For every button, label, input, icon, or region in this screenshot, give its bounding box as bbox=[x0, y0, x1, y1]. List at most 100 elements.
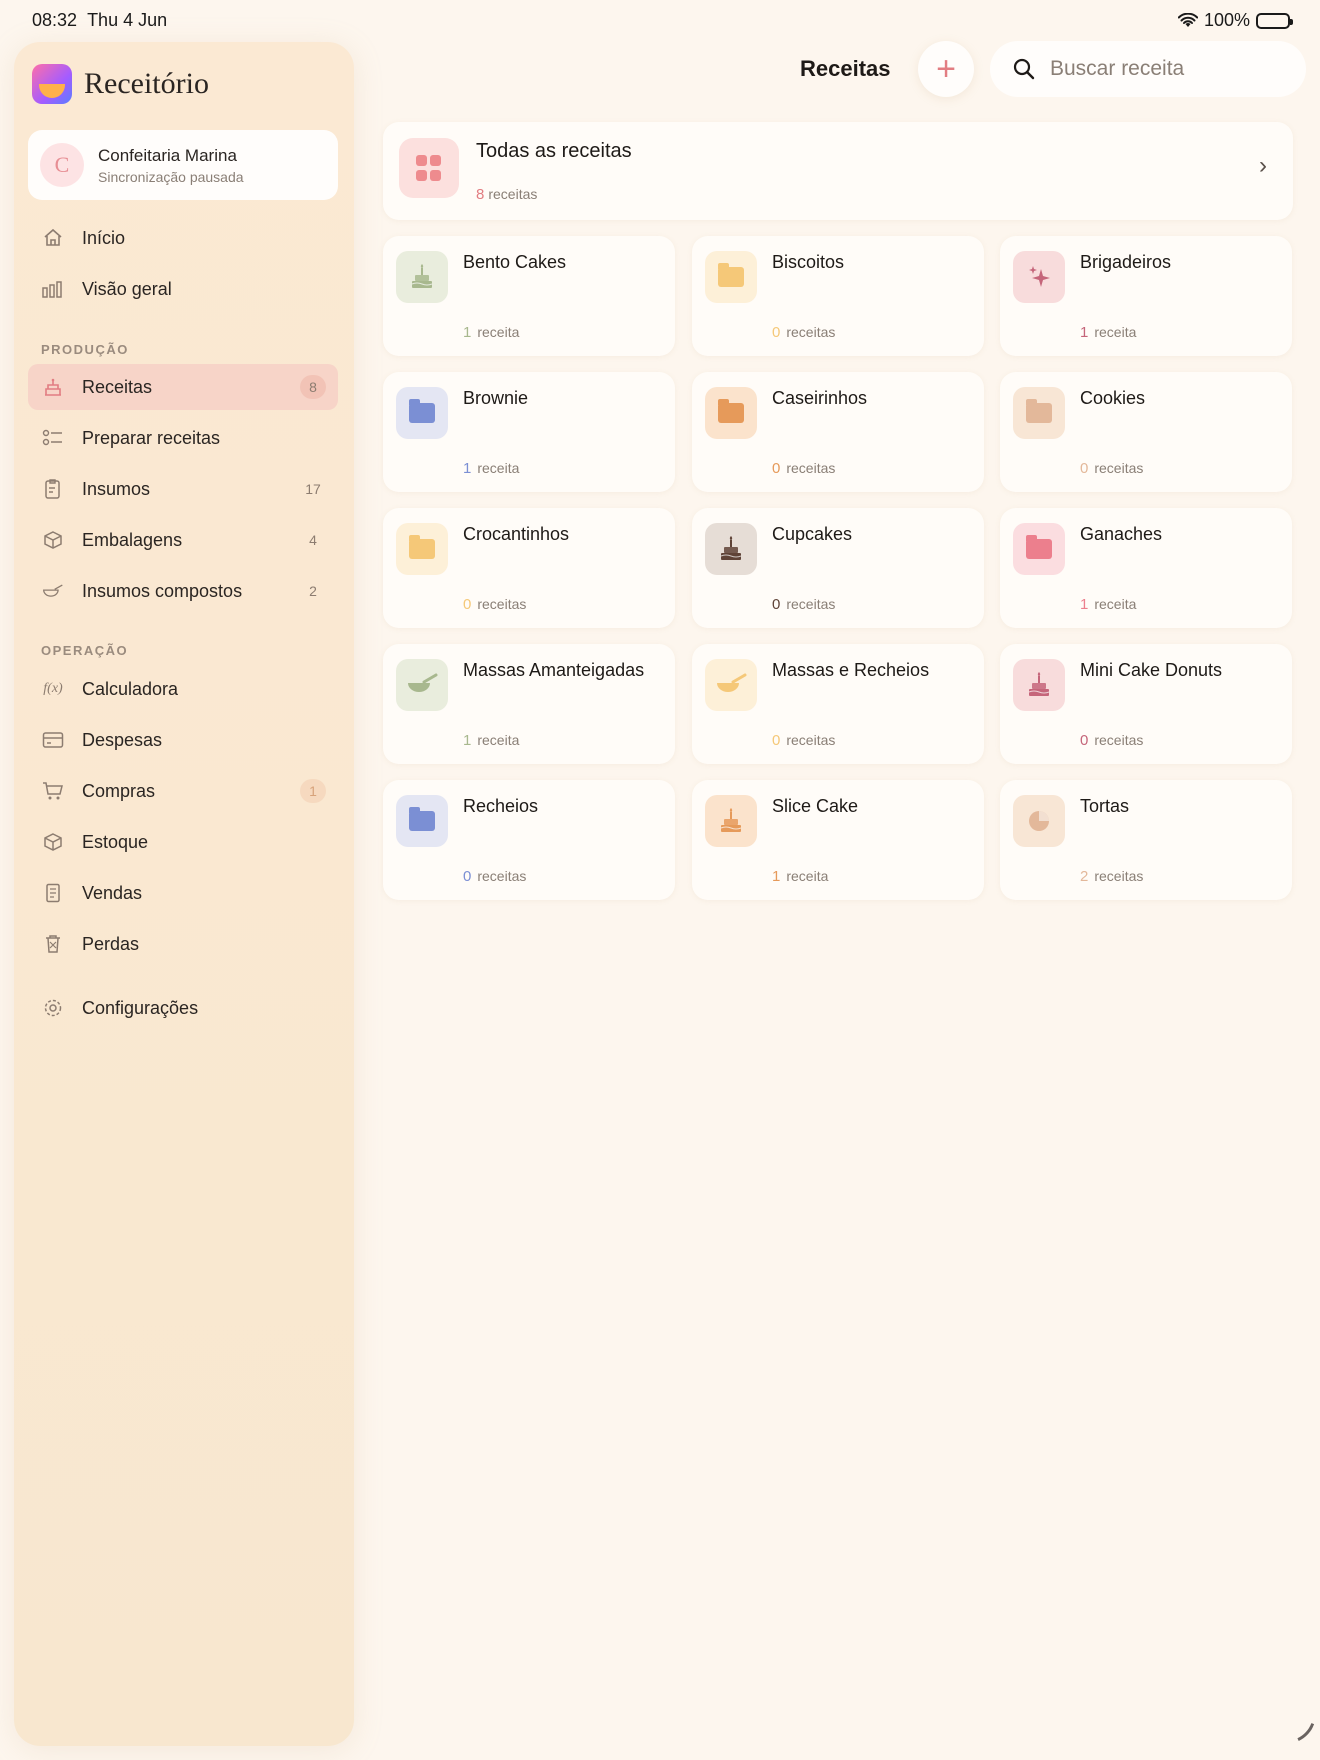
search-icon bbox=[1013, 58, 1035, 80]
sidebar-item-embalagens[interactable]: Embalagens 4 bbox=[28, 517, 338, 563]
category-card[interactable]: Crocantinhos 0 receitas bbox=[383, 508, 675, 628]
category-count: 1 receita bbox=[463, 324, 520, 341]
sidebar-item-perdas[interactable]: Perdas bbox=[28, 921, 338, 967]
sidebar-item-insumos[interactable]: Insumos 17 bbox=[28, 466, 338, 512]
account-card[interactable]: C Confeitaria Marina Sincronização pausa… bbox=[28, 130, 338, 200]
sidebar-item-label: Receitas bbox=[82, 376, 153, 397]
cake-icon bbox=[396, 251, 448, 303]
sidebar-item-label: Embalagens bbox=[82, 529, 183, 550]
box-icon bbox=[42, 831, 64, 853]
sidebar-item-estoque[interactable]: Estoque bbox=[28, 819, 338, 865]
cake-icon bbox=[705, 523, 757, 575]
folder-icon bbox=[705, 387, 757, 439]
sidebar-item-badge: 1 bbox=[300, 779, 326, 803]
sidebar-item-label: Vendas bbox=[82, 882, 143, 903]
category-card[interactable]: Mini Cake Donuts 0 receitas bbox=[1000, 644, 1292, 764]
sidebar-item-label: Início bbox=[82, 227, 126, 248]
category-card[interactable]: Caseirinhos 0 receitas bbox=[692, 372, 984, 492]
category-name: Cookies bbox=[1080, 388, 1146, 408]
account-name: Confeitaria Marina bbox=[98, 145, 237, 165]
cake-icon bbox=[1013, 659, 1065, 711]
category-card[interactable]: Massas Amanteigadas 1 receita bbox=[383, 644, 675, 764]
category-card[interactable]: Brigadeiros 1 receita bbox=[1000, 236, 1292, 356]
category-card[interactable]: Cupcakes 0 receitas bbox=[692, 508, 984, 628]
trash-icon bbox=[42, 933, 64, 955]
category-count: 1 receita bbox=[1080, 324, 1137, 341]
status-time: 08:32 Thu 4 Jun bbox=[32, 10, 168, 30]
category-card[interactable]: Slice Cake 1 receita bbox=[692, 780, 984, 900]
section-label-operacao: OPERAÇÃO bbox=[41, 643, 129, 658]
add-recipe-button[interactable]: + bbox=[918, 41, 974, 97]
chevron-right-icon: › bbox=[1259, 152, 1267, 179]
category-name: Tortas bbox=[1080, 796, 1130, 816]
sidebar-item-receitas[interactable]: Receitas 8 bbox=[28, 364, 338, 410]
all-recipes-count: 8 receitas bbox=[476, 186, 538, 203]
category-count: 0 receitas bbox=[1080, 460, 1144, 477]
battery-percent: 100% bbox=[1203, 10, 1250, 30]
category-count: 0 receitas bbox=[1080, 732, 1144, 749]
search-input[interactable] bbox=[1050, 57, 1290, 81]
category-count: 1 receita bbox=[463, 732, 520, 749]
bowl-icon bbox=[396, 659, 448, 711]
category-count: 1 receita bbox=[463, 460, 520, 477]
function-icon: f(x) bbox=[43, 681, 63, 696]
category-name: Crocantinhos bbox=[463, 524, 570, 544]
sidebar-item-vendas[interactable]: Vendas bbox=[28, 870, 338, 916]
category-card[interactable]: Massas e Recheios 0 receitas bbox=[692, 644, 984, 764]
avatar: C bbox=[40, 143, 84, 187]
cake-icon bbox=[42, 376, 64, 398]
checklist-icon bbox=[42, 427, 64, 449]
category-card[interactable]: Cookies 0 receitas bbox=[1000, 372, 1292, 492]
sparkle-icon bbox=[1013, 251, 1065, 303]
sidebar-item-visao-geral[interactable]: Visão geral bbox=[28, 266, 338, 312]
sidebar-item-calculadora[interactable]: f(x) Calculadora bbox=[28, 666, 338, 712]
receipt-icon bbox=[42, 882, 64, 904]
category-card[interactable]: Brownie 1 receita bbox=[383, 372, 675, 492]
category-card[interactable]: Ganaches 1 receita bbox=[1000, 508, 1292, 628]
category-name: Bento Cakes bbox=[463, 252, 567, 272]
cake-icon bbox=[705, 795, 757, 847]
sidebar-item-preparar-receitas[interactable]: Preparar receitas bbox=[28, 415, 338, 461]
category-name: Massas Amanteigadas bbox=[463, 660, 645, 680]
sidebar-item-label: Configurações bbox=[82, 997, 199, 1018]
sidebar-item-configuracoes[interactable]: Configurações bbox=[28, 985, 338, 1031]
app-title: Receitório bbox=[84, 67, 209, 100]
clipboard-edit-icon bbox=[42, 478, 64, 500]
battery-icon bbox=[1256, 12, 1293, 29]
category-name: Recheios bbox=[463, 796, 539, 816]
bar-chart-icon bbox=[42, 278, 64, 300]
category-count: 0 receitas bbox=[772, 732, 836, 749]
folder-icon bbox=[1013, 387, 1065, 439]
category-card[interactable]: Recheios 0 receitas bbox=[383, 780, 675, 900]
sidebar-item-compras[interactable]: Compras 1 bbox=[28, 768, 338, 814]
sidebar-item-label: Insumos bbox=[82, 478, 151, 499]
category-card[interactable]: Biscoitos 0 receitas bbox=[692, 236, 984, 356]
bowl-icon bbox=[705, 659, 757, 711]
category-count: 0 receitas bbox=[772, 324, 836, 341]
category-count: 1 receita bbox=[1080, 596, 1137, 613]
category-card[interactable]: Bento Cakes 1 receita bbox=[383, 236, 675, 356]
sidebar-item-label: Compras bbox=[82, 780, 156, 801]
category-count: 0 receitas bbox=[463, 868, 527, 885]
category-count: 1 receita bbox=[772, 868, 829, 885]
category-count: 0 receitas bbox=[772, 460, 836, 477]
status-bar: 08:32 Thu 4 Jun 100% bbox=[0, 0, 1320, 40]
sidebar-item-inicio[interactable]: Início bbox=[28, 215, 338, 261]
all-recipes-card[interactable]: Todas as receitas 8 receitas › bbox=[383, 122, 1293, 220]
plus-icon: + bbox=[936, 50, 956, 88]
search-bar[interactable] bbox=[990, 41, 1306, 97]
status-right: 100% bbox=[1177, 10, 1293, 31]
sidebar-item-label: Estoque bbox=[82, 831, 149, 852]
folder-icon bbox=[396, 387, 448, 439]
sidebar-item-despesas[interactable]: Despesas bbox=[28, 717, 338, 763]
sidebar-item-count: 4 bbox=[309, 532, 317, 548]
sidebar-item-insumos-compostos[interactable]: Insumos compostos 2 bbox=[28, 568, 338, 614]
sidebar-item-label: Visão geral bbox=[82, 278, 172, 299]
mixing-bowl-icon bbox=[42, 580, 64, 602]
wifi-icon bbox=[1177, 12, 1198, 27]
account-status: Sincronização pausada bbox=[98, 168, 244, 185]
sidebar-item-count: 2 bbox=[309, 583, 317, 599]
category-card[interactable]: Tortas 2 receitas bbox=[1000, 780, 1292, 900]
category-name: Massas e Recheios bbox=[772, 660, 930, 680]
scroll-indicator bbox=[1275, 1713, 1315, 1753]
